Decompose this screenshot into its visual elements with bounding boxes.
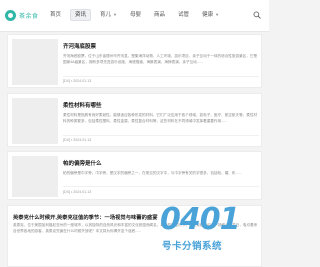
watermark-overlay: 0401 号卡分销系统 bbox=[158, 202, 269, 267]
article-meta: [DX] • 2024.01.13 bbox=[63, 138, 92, 142]
divider bbox=[63, 186, 259, 187]
article-card[interactable]: 柔性材料有哪些 柔性材料是指具有良好柔韧性，能够适应各种形变的材料，它们广泛应用… bbox=[7, 93, 262, 147]
article-summary: 帕的偏旁是巾字旁。巾字旁，是汉字的偏旁之一，在常见的汉字中，与巾字旁有关的字很多… bbox=[63, 171, 242, 175]
nav-item-maternity[interactable]: 母婴 bbox=[126, 9, 145, 21]
article-title[interactable]: 齐河海底股票 bbox=[63, 42, 96, 50]
top-navbar: 茶余食 首页 资讯 育儿 ▼ 母婴 商品 试管 健康 ▼ bbox=[0, 0, 269, 32]
nav-label: 资讯 bbox=[75, 12, 87, 18]
watermark-subtitle: 号卡分销系统 bbox=[162, 241, 223, 252]
article-meta: [DX] • 2024.01.13 bbox=[63, 190, 92, 194]
divider bbox=[63, 76, 259, 77]
article-card[interactable]: 齐河海底股票 齐河海底股票，位于山东省德州市齐河县，是集海洋动物、人工环境、游乐… bbox=[7, 34, 262, 88]
nav-item-parenting[interactable]: 育儿 ▼ bbox=[96, 9, 121, 21]
nav-label: 首页 bbox=[50, 12, 62, 18]
nav-item-goods[interactable]: 商品 bbox=[150, 9, 169, 21]
article-summary: 柔性材料是指具有良好柔韧性，能够适应各种形变的材料，它们广泛应用于各个领域，如电… bbox=[63, 113, 258, 123]
article-thumbnail[interactable] bbox=[12, 156, 58, 197]
article-thumbnail[interactable] bbox=[12, 98, 58, 144]
logo-icon bbox=[5, 10, 16, 21]
article-thumbnail[interactable] bbox=[12, 39, 58, 85]
divider bbox=[63, 135, 259, 136]
nav-label: 育儿 bbox=[100, 12, 112, 18]
chevron-down-icon: ▼ bbox=[113, 12, 118, 17]
article-summary: 齐河海底股票，位于山东省德州市齐河县，是集海洋动物、人工环境、游乐项目、亲子互动… bbox=[63, 54, 258, 64]
nav-label: 母婴 bbox=[130, 12, 142, 18]
nav-label: 商品 bbox=[154, 12, 166, 18]
article-title[interactable]: 柔性材料有哪些 bbox=[63, 101, 102, 109]
article-title[interactable]: 英泰克什么时候开,英泰克征值的季节：一场视觉与味蕾的盛宴 bbox=[13, 213, 158, 221]
watermark-number: 0401 bbox=[160, 202, 240, 237]
nav-label: 试管 bbox=[178, 12, 190, 18]
nav-label: 健康 bbox=[202, 12, 214, 18]
article-card[interactable]: 帕的偏旁是什么 帕的偏旁是巾字旁。巾字旁，是汉字的偏旁之一，在常见的汉字中，与巾… bbox=[7, 151, 262, 200]
nav-item-news[interactable]: 资讯 bbox=[70, 9, 92, 21]
logo-text: 茶余食 bbox=[19, 14, 39, 20]
main-nav: 首页 资讯 育儿 ▼ 母婴 商品 试管 健康 ▼ bbox=[46, 9, 228, 21]
chevron-down-icon: ▼ bbox=[215, 12, 220, 17]
nav-item-ivf[interactable]: 试管 bbox=[174, 9, 193, 21]
site-logo[interactable]: 茶余食 bbox=[5, 10, 39, 21]
search-icon[interactable] bbox=[253, 11, 261, 19]
article-meta: [DX] • 2024.01.13 bbox=[63, 79, 92, 83]
nav-item-health[interactable]: 健康 ▼ bbox=[198, 9, 223, 21]
article-title[interactable]: 帕的偏旁是什么 bbox=[63, 159, 102, 167]
nav-item-home[interactable]: 首页 bbox=[46, 9, 65, 21]
